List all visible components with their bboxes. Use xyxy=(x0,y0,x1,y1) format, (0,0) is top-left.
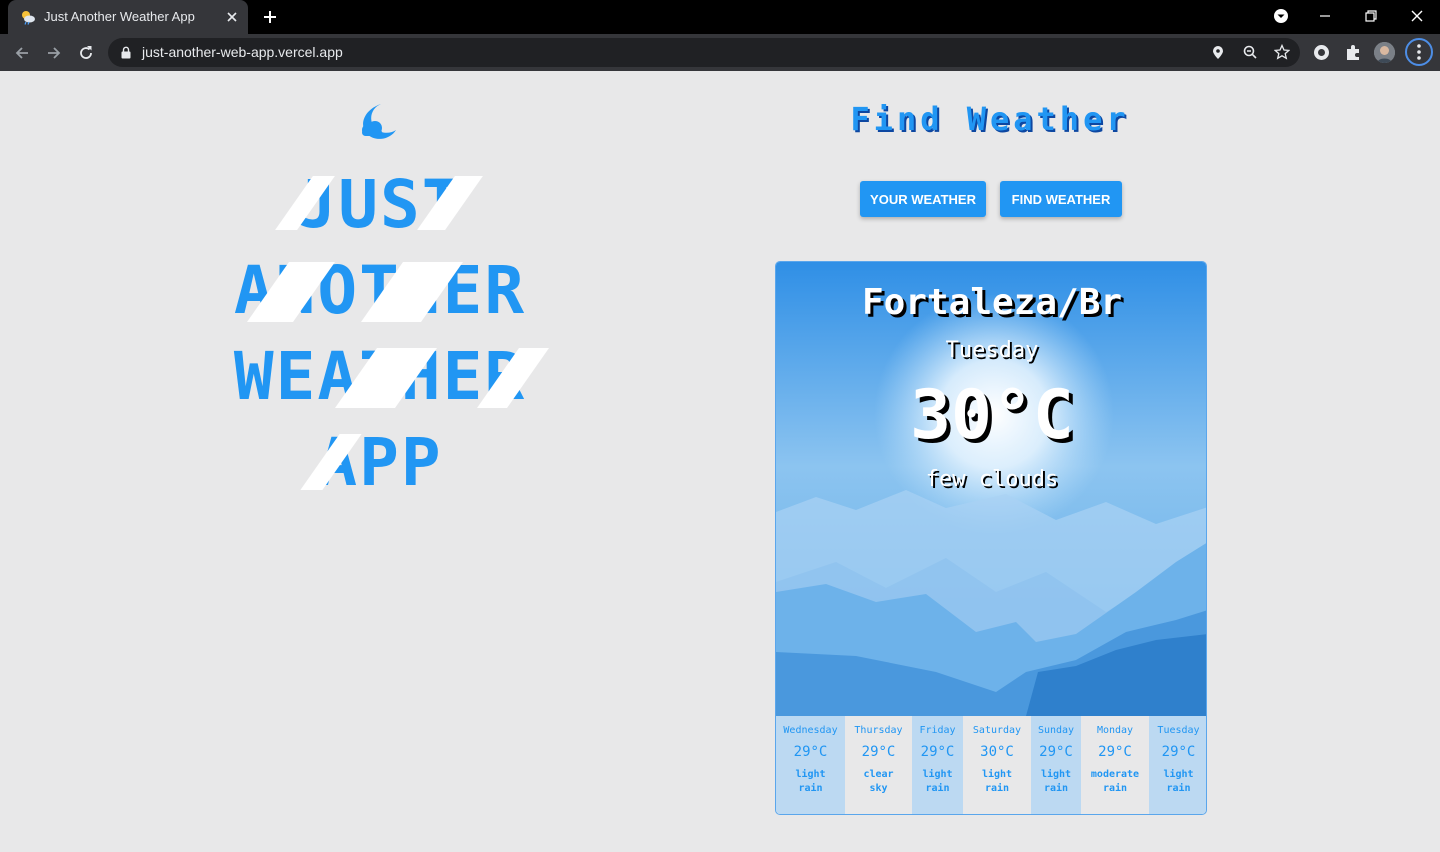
forecast-day: Wednesday xyxy=(783,725,838,736)
restore-icon[interactable] xyxy=(1361,6,1381,26)
forecast-temp: 29°C xyxy=(1039,744,1073,760)
forecast-day-card: Monday 29°C moderate rain xyxy=(1081,716,1149,814)
forecast-day-card: Wednesday 29°C light rain xyxy=(776,716,845,814)
forecast-strip: Wednesday 29°C light rain Thursday 29°C c… xyxy=(776,716,1206,814)
lock-icon[interactable] xyxy=(120,46,132,59)
weather-card: Fortaleza/Br Tuesday 30°C few clouds Wed… xyxy=(775,261,1207,815)
forward-icon[interactable] xyxy=(44,43,64,63)
forecast-desc: light rain xyxy=(795,769,826,794)
forecast-desc: light rain xyxy=(922,769,953,794)
address-toolbar: just-another-web-app.vercel.app xyxy=(0,34,1440,71)
forecast-desc: clear sky xyxy=(863,769,894,794)
tab-title: Just Another Weather App xyxy=(44,9,195,24)
forecast-day: Thursday xyxy=(854,725,903,736)
weather-favicon-icon xyxy=(22,11,35,25)
forecast-desc: light rain xyxy=(1163,769,1194,794)
find-weather-heading: Find Weather xyxy=(850,100,1130,138)
forecast-day: Tuesday xyxy=(1157,725,1200,736)
moon-cloud-icon xyxy=(362,104,396,139)
forecast-desc: light rain xyxy=(981,769,1013,794)
kebab-menu-icon xyxy=(1417,44,1421,60)
profile-photo-icon xyxy=(1374,42,1395,63)
extensions-puzzle-icon[interactable] xyxy=(1344,43,1363,62)
minimize-icon[interactable] xyxy=(1315,6,1335,26)
forecast-temp: 29°C xyxy=(1098,744,1132,760)
browser-tab[interactable]: Just Another Weather App xyxy=(8,0,248,34)
forecast-day: Friday xyxy=(919,725,956,736)
current-day: Tuesday xyxy=(945,338,1039,363)
location-pin-icon[interactable] xyxy=(1210,44,1226,61)
back-icon[interactable] xyxy=(12,43,32,63)
close-window-icon[interactable] xyxy=(1407,6,1427,26)
forecast-day-card: Sunday 29°C light rain xyxy=(1031,716,1081,814)
forecast-day-card: Thursday 29°C clear sky xyxy=(845,716,912,814)
forecast-day: Saturday xyxy=(972,725,1022,736)
current-description: few clouds xyxy=(925,467,1059,492)
forecast-temp: 30°C xyxy=(980,744,1014,760)
forecast-temp: 29°C xyxy=(920,744,955,760)
browser-tab-strip: Just Another Weather App xyxy=(0,0,1440,34)
extension-icon[interactable] xyxy=(1312,43,1331,62)
forecast-day: Sunday xyxy=(1037,725,1075,736)
tab-search-icon[interactable] xyxy=(1271,6,1291,26)
app-title-line-1: JUST xyxy=(296,166,464,243)
browser-menu-button[interactable] xyxy=(1405,38,1433,66)
url-text[interactable]: just-another-web-app.vercel.app xyxy=(142,44,343,60)
find-weather-button[interactable]: FIND WEATHER xyxy=(1000,181,1122,217)
forecast-day-card: Friday 29°C light rain xyxy=(912,716,963,814)
profile-avatar[interactable] xyxy=(1374,42,1395,63)
forecast-day: Monday xyxy=(1096,725,1134,736)
zoom-icon[interactable] xyxy=(1242,44,1258,61)
forecast-day-card: Tuesday 29°C light rain xyxy=(1149,716,1206,814)
forecast-temp: 29°C xyxy=(793,744,828,760)
forecast-desc: moderate rain xyxy=(1090,769,1140,794)
forecast-temp: 29°C xyxy=(861,744,896,760)
app-title-line-4: APP xyxy=(317,424,443,501)
bookmark-star-icon[interactable] xyxy=(1274,44,1290,61)
current-city: Fortaleza/Br xyxy=(861,282,1123,323)
your-weather-button[interactable]: YOUR WEATHER xyxy=(860,181,986,217)
forecast-temp: 29°C xyxy=(1161,744,1196,760)
forecast-desc: light rain xyxy=(1040,769,1072,794)
current-temperature: 30°C xyxy=(910,376,1074,455)
reload-icon[interactable] xyxy=(76,43,96,63)
omnibox[interactable]: just-another-web-app.vercel.app xyxy=(108,38,1300,67)
close-tab-icon[interactable] xyxy=(224,9,240,25)
forecast-day-card: Saturday 30°C light rain xyxy=(963,716,1031,814)
new-tab-icon[interactable] xyxy=(262,9,278,25)
